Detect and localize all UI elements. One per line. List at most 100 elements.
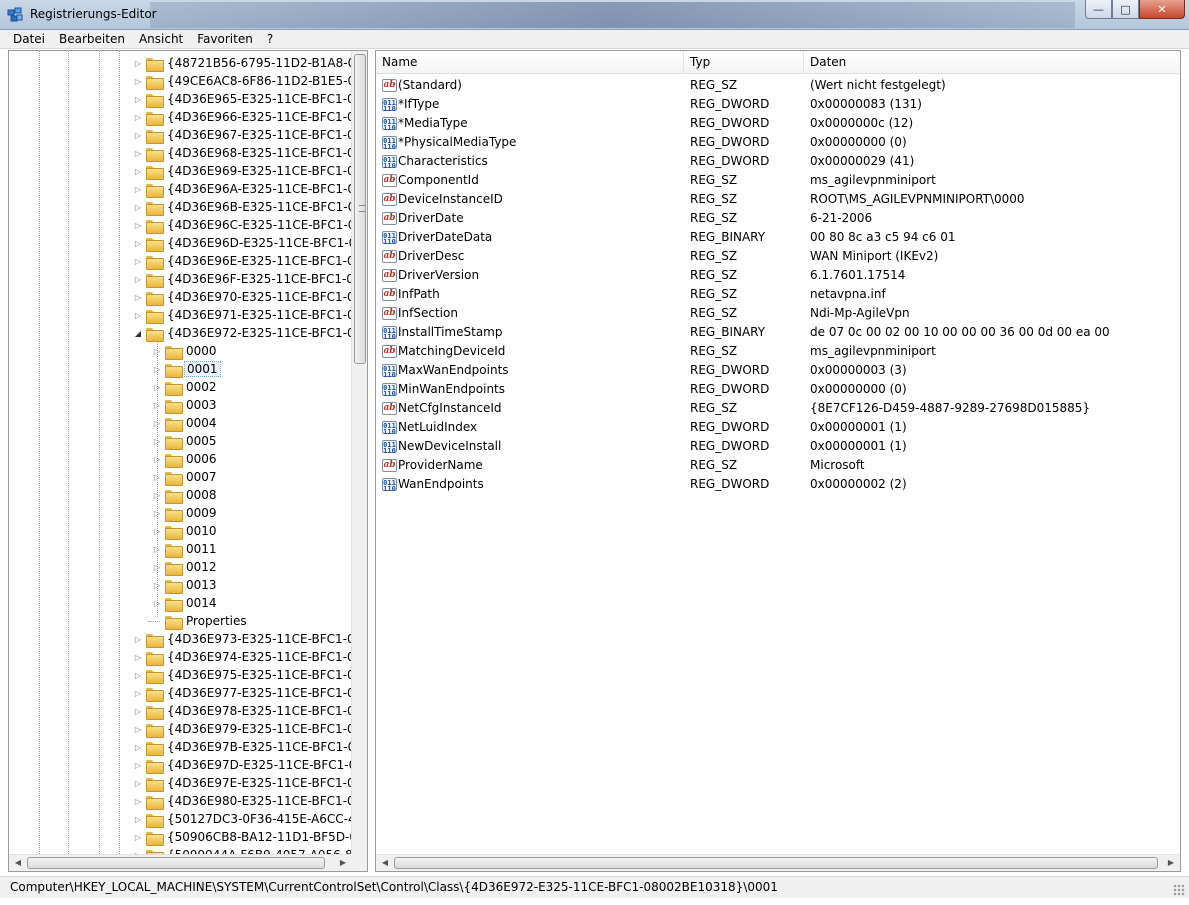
expand-arrow-icon[interactable]: ▷: [133, 725, 143, 734]
tree-item[interactable]: ▷ {4D36E967-E325-11CE-BFC1-08002B: [133, 126, 352, 144]
expand-arrow-icon[interactable]: ▷: [133, 203, 143, 212]
tree-item-label[interactable]: 0013: [184, 578, 219, 592]
tree-item-label[interactable]: 0006: [184, 452, 219, 466]
column-header-name[interactable]: Name: [376, 51, 684, 74]
tree-item-label[interactable]: {4D36E97E-E325-11CE-BFC1-08002B: [165, 776, 352, 790]
value-row[interactable]: ab NetCfgInstanceId REG_SZ {8E7CF126-D459-4…: [376, 399, 1180, 418]
tree-item[interactable]: ▷ {4D36E980-E325-11CE-BFC1-08002B: [133, 792, 352, 810]
menu-bearbeiten[interactable]: Bearbeiten: [52, 32, 132, 46]
scroll-left-icon[interactable]: ◀: [11, 857, 25, 869]
tree-item[interactable]: ▷ 0004: [152, 414, 219, 432]
tree-item[interactable]: ▷ {4D36E96A-E325-11CE-BFC1-08002: [133, 180, 352, 198]
tree-item[interactable]: ▷ {4D36E977-E325-11CE-BFC1-08002B: [133, 684, 352, 702]
expand-arrow-icon[interactable]: ▷: [152, 365, 162, 374]
expand-arrow-icon[interactable]: ▷: [133, 77, 143, 86]
value-row[interactable]: ab MatchingDeviceId REG_SZ ms_agilevpnminip…: [376, 342, 1180, 361]
expand-arrow-icon[interactable]: ▷: [152, 563, 162, 572]
tree-item-label[interactable]: {4D36E96B-E325-11CE-BFC1-08002B: [165, 200, 352, 214]
tree-item-label[interactable]: 0004: [184, 416, 219, 430]
value-row[interactable]: 011 110 Characteristics REG_DWORD 0x0000002…: [376, 152, 1180, 171]
tree-item[interactable]: Properties: [148, 612, 249, 630]
value-row[interactable]: ab DriverDesc REG_SZ WAN Miniport (IKEv2): [376, 247, 1180, 266]
menu-help[interactable]: ?: [260, 32, 280, 46]
tree-item[interactable]: ▷ {50127DC3-0F36-415E-A6CC-4CB3E: [133, 810, 352, 828]
tree-item-label[interactable]: {49CE6AC8-6F86-11D2-B1E5-0080C: [165, 74, 352, 88]
tree-item[interactable]: ▷ {4D36E96D-E325-11CE-BFC1-08002: [133, 234, 352, 252]
value-row[interactable]: 011 110 InstallTimeStamp REG_BINARY de 07 0…: [376, 323, 1180, 342]
value-row[interactable]: 011 110 *IfType REG_DWORD 0x00000083 (131): [376, 95, 1180, 114]
tree-item-label[interactable]: 0000: [184, 344, 219, 358]
expand-arrow-icon[interactable]: ▷: [133, 833, 143, 842]
value-row[interactable]: 011 110 *PhysicalMediaType REG_DWORD 0x0000…: [376, 133, 1180, 152]
tree-item[interactable]: ▷ {4D36E970-E325-11CE-BFC1-08002B: [133, 288, 352, 306]
expand-arrow-icon[interactable]: ▷: [133, 275, 143, 284]
expand-arrow-icon[interactable]: ▷: [133, 779, 143, 788]
menu-datei[interactable]: Datei: [6, 32, 52, 46]
tree-item[interactable]: ▷ {4D36E966-E325-11CE-BFC1-08002B: [133, 108, 352, 126]
expand-arrow-icon[interactable]: ▷: [133, 131, 143, 140]
expand-arrow-icon[interactable]: ▷: [133, 761, 143, 770]
tree-item[interactable]: ▷ {4D36E971-E325-11CE-BFC1-08002B: [133, 306, 352, 324]
tree-vertical-scroll-thumb[interactable]: [354, 54, 366, 364]
tree-item[interactable]: ▷ {4D36E975-E325-11CE-BFC1-08002B: [133, 666, 352, 684]
value-row[interactable]: ab ComponentId REG_SZ ms_agilevpnminiport: [376, 171, 1180, 190]
expand-arrow-icon[interactable]: ▷: [133, 815, 143, 824]
registry-tree-pane[interactable]: ▷ {48721B56-6795-11D2-B1A8-0080C7 ▷ {49CE6A…: [8, 50, 368, 872]
expand-arrow-icon[interactable]: ▷: [152, 491, 162, 500]
menu-favoriten[interactable]: Favoriten: [190, 32, 260, 46]
tree-item[interactable]: ▷ {50906CB8-BA12-11D1-BF5D-0000F: [133, 828, 352, 846]
tree-item-label[interactable]: Properties: [184, 614, 249, 628]
tree-item-label[interactable]: {4D36E978-E325-11CE-BFC1-08002B: [165, 704, 352, 718]
tree-item[interactable]: ▷ 0008: [152, 486, 219, 504]
expand-arrow-icon[interactable]: ▷: [133, 689, 143, 698]
list-horizontal-scrollbar[interactable]: ◀ ▶: [376, 854, 1180, 871]
tree-horizontal-scroll-thumb[interactable]: [27, 857, 325, 869]
expand-arrow-icon[interactable]: ▷: [133, 149, 143, 158]
tree-item-label[interactable]: 0002: [184, 380, 219, 394]
value-row[interactable]: 011 110 MinWanEndpoints REG_DWORD 0x0000000…: [376, 380, 1180, 399]
value-row[interactable]: ab DeviceInstanceID REG_SZ ROOT\MS_AGILEVPN…: [376, 190, 1180, 209]
tree-item-label[interactable]: {4D36E96C-E325-11CE-BFC1-08002: [165, 218, 352, 232]
tree-item-label[interactable]: {4D36E97B-E325-11CE-BFC1-08002I: [165, 740, 352, 754]
tree-item-label[interactable]: 0007: [184, 470, 219, 484]
tree-item-label[interactable]: 0005: [184, 434, 219, 448]
tree-item-label[interactable]: 0010: [184, 524, 219, 538]
tree-item-label[interactable]: {4D36E975-E325-11CE-BFC1-08002B: [165, 668, 352, 682]
tree-item[interactable]: ▷ 0000: [152, 342, 219, 360]
registry-values-pane[interactable]: Name Typ Daten ab (Standard) REG_SZ (Wert n…: [375, 50, 1181, 872]
tree-item[interactable]: ▷ 0010: [152, 522, 219, 540]
registry-tree[interactable]: ▷ {48721B56-6795-11D2-B1A8-0080C7 ▷ {49CE6A…: [9, 51, 352, 856]
value-row[interactable]: ab InfSection REG_SZ Ndi-Mp-AgileVpn: [376, 304, 1180, 323]
expand-arrow-icon[interactable]: ▷: [152, 455, 162, 464]
tree-item-label[interactable]: {4D36E96F-E325-11CE-BFC1-08002B: [165, 272, 352, 286]
tree-item-label[interactable]: {4D36E971-E325-11CE-BFC1-08002B: [165, 308, 352, 322]
tree-item-label[interactable]: 0001: [184, 361, 221, 377]
tree-item-label[interactable]: 0014: [184, 596, 219, 610]
expand-arrow-icon[interactable]: ▷: [133, 707, 143, 716]
tree-vertical-scrollbar[interactable]: [351, 51, 367, 856]
expand-arrow-icon[interactable]: ▷: [152, 581, 162, 590]
value-row[interactable]: 011 110 WanEndpoints REG_DWORD 0x00000002 (…: [376, 475, 1180, 494]
value-row[interactable]: ab DriverVersion REG_SZ 6.1.7601.17514: [376, 266, 1180, 285]
tree-item-label[interactable]: {4D36E967-E325-11CE-BFC1-08002B: [165, 128, 352, 142]
tree-item[interactable]: ▷ {4D36E96F-E325-11CE-BFC1-08002B: [133, 270, 352, 288]
tree-item[interactable]: ▷ 0014: [152, 594, 219, 612]
tree-item[interactable]: ▷ 0001: [152, 360, 221, 378]
scroll-left-icon[interactable]: ◀: [378, 857, 392, 869]
expand-arrow-icon[interactable]: ▷: [133, 653, 143, 662]
tree-item[interactable]: ▷ 0005: [152, 432, 219, 450]
list-horizontal-scroll-thumb[interactable]: [394, 857, 1158, 869]
expand-arrow-icon[interactable]: ▷: [152, 599, 162, 608]
tree-item[interactable]: ▷ {4D36E96B-E325-11CE-BFC1-08002B: [133, 198, 352, 216]
tree-item-label[interactable]: {50906CB8-BA12-11D1-BF5D-0000F: [165, 830, 352, 844]
title-bar[interactable]: Registrierungs-Editor — □ ✕: [0, 0, 1189, 30]
tree-item[interactable]: ▷ {48721B56-6795-11D2-B1A8-0080C7: [133, 54, 352, 72]
tree-item-label[interactable]: {4D36E96D-E325-11CE-BFC1-08002: [165, 236, 352, 250]
close-button[interactable]: ✕: [1139, 0, 1185, 19]
maximize-button[interactable]: □: [1112, 0, 1139, 19]
tree-item-label[interactable]: 0003: [184, 398, 219, 412]
tree-item-label[interactable]: {4D36E96E-E325-11CE-BFC1-08002B: [165, 254, 352, 268]
tree-item-label[interactable]: {4D36E966-E325-11CE-BFC1-08002B: [165, 110, 352, 124]
expand-arrow-icon[interactable]: ▷: [152, 347, 162, 356]
expand-arrow-icon[interactable]: ▷: [133, 743, 143, 752]
